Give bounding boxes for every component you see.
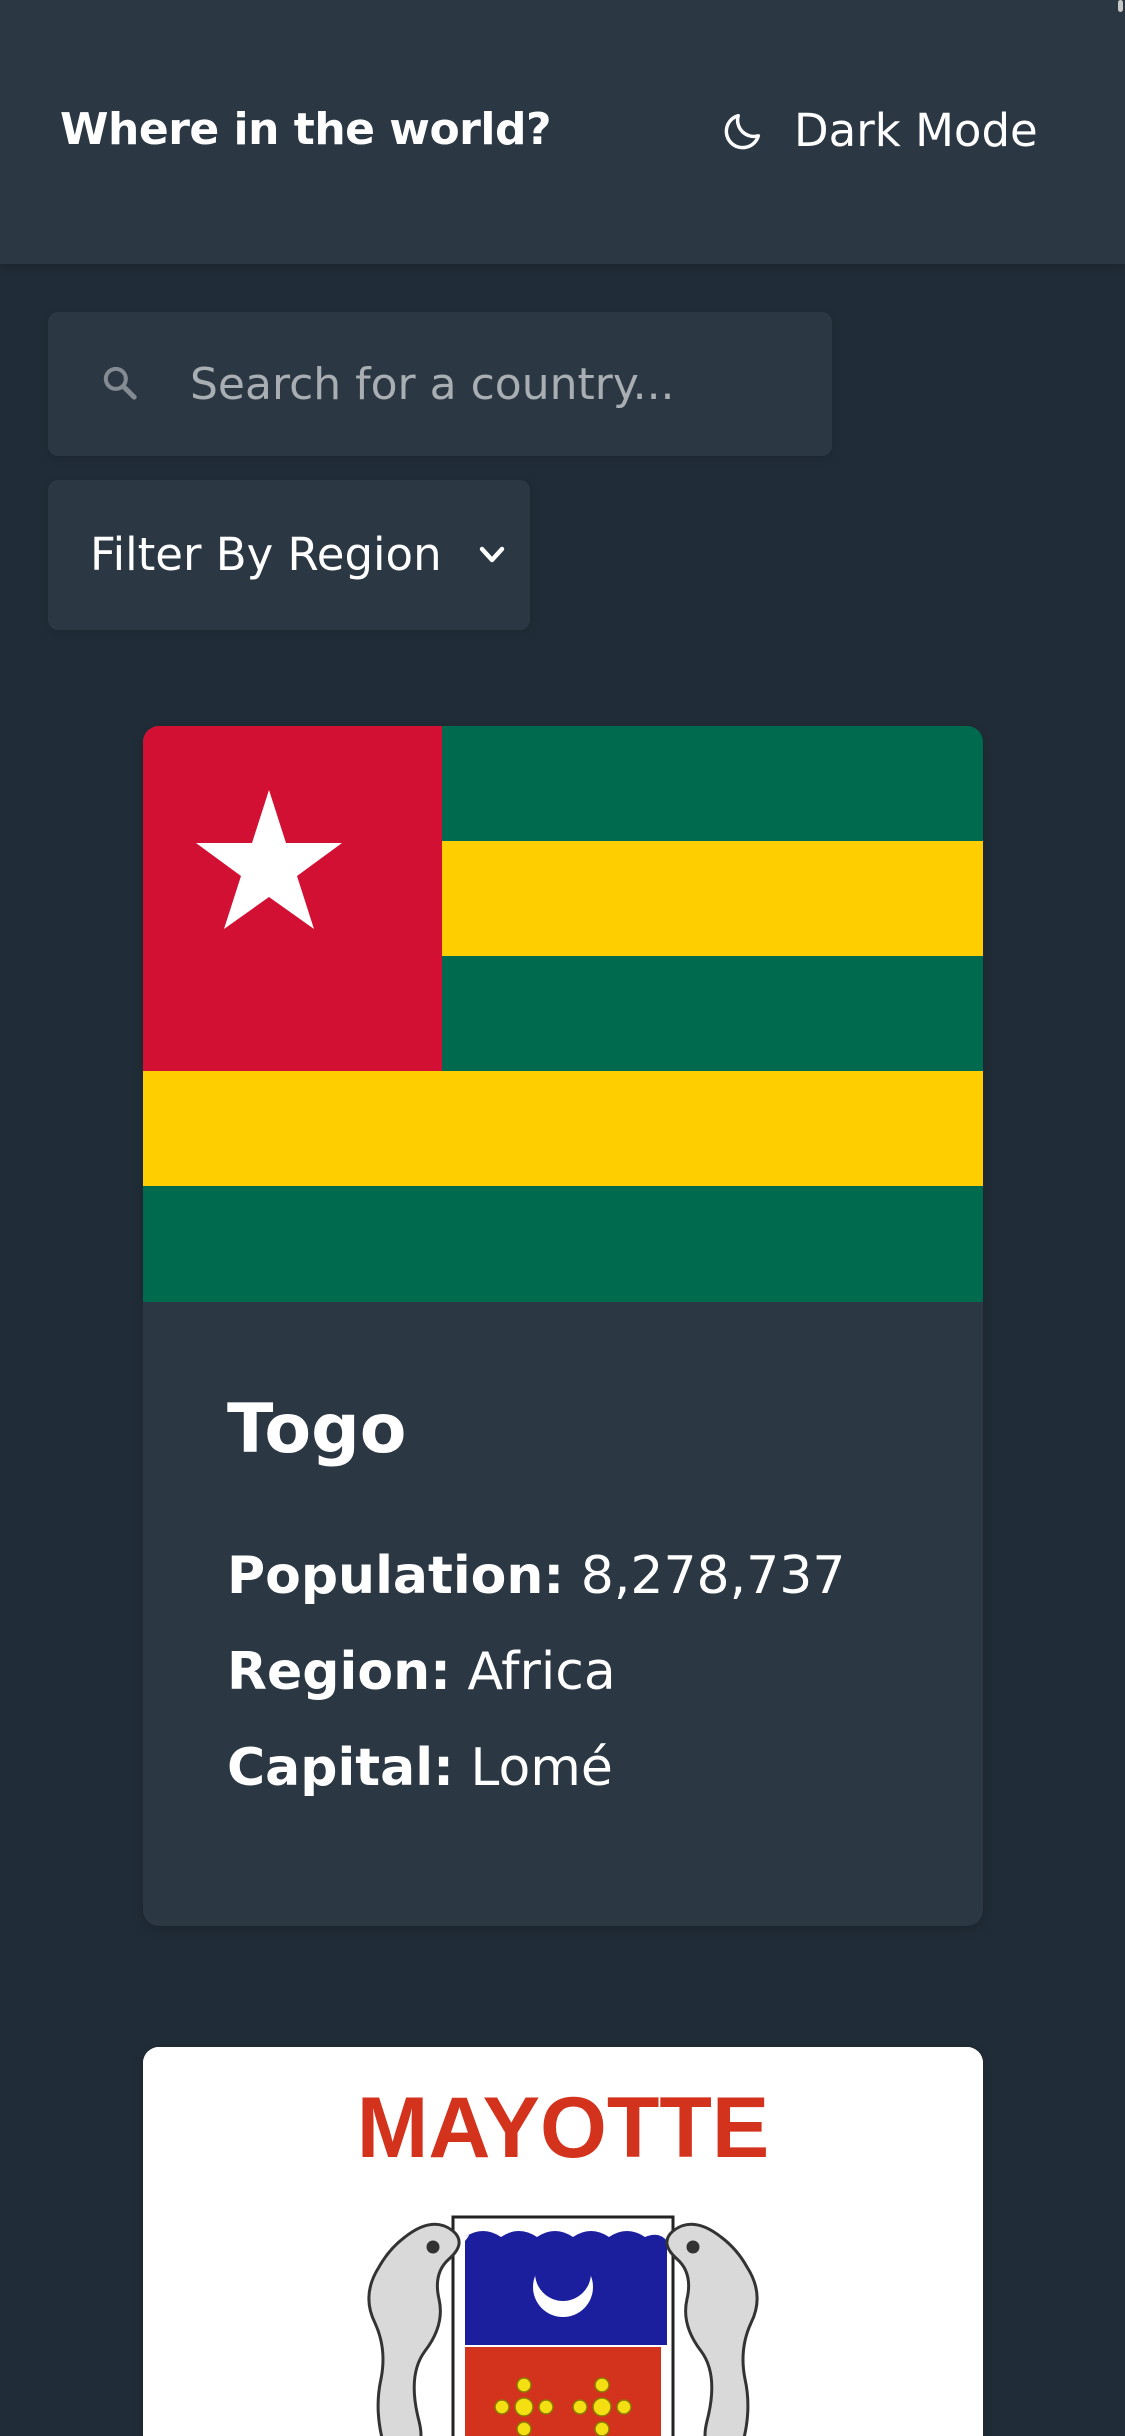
region-row: Region: Africa [227, 1640, 845, 1704]
togo-flag [143, 726, 983, 1302]
capital-row: Capital: Lomé [227, 1736, 845, 1800]
population-row: Population: 8,278,737 [227, 1544, 845, 1608]
country-name: Togo [227, 1390, 407, 1469]
filter-label: Filter By Region [90, 528, 442, 581]
moon-icon [724, 113, 761, 150]
country-card-togo[interactable]: Togo Population: 8,278,737 Region: Afric… [143, 726, 983, 1926]
filter-by-region-select[interactable]: Filter By Region [48, 480, 530, 630]
country-facts: Population: 8,278,737 Region: Africa Cap… [227, 1544, 845, 1800]
app-title: Where in the world? [60, 104, 551, 155]
capital-value: Lomé [470, 1738, 613, 1798]
page: Where in the world? Dark Mode Filter By … [0, 0, 1125, 2436]
capital-label: Capital: [227, 1738, 454, 1798]
dark-mode-toggle[interactable]: Dark Mode [720, 100, 1038, 162]
search-input[interactable] [190, 350, 790, 418]
population-label: Population: [227, 1546, 565, 1606]
chevron-down-icon [479, 546, 505, 563]
population-value: 8,278,737 [580, 1546, 846, 1606]
mayotte-flag-text: MAYOTTE [357, 2080, 770, 2176]
card-body: Togo Population: 8,278,737 Region: Afric… [227, 1390, 845, 1832]
region-label: Region: [227, 1642, 451, 1702]
top-bar: Where in the world? Dark Mode [0, 0, 1125, 264]
dark-mode-label: Dark Mode [794, 104, 1038, 157]
search-icon [103, 366, 137, 400]
mayotte-flag: MAYOTTE [143, 2047, 983, 2436]
region-value: Africa [467, 1642, 616, 1702]
country-card-mayotte[interactable]: MAYOTTE [143, 2047, 983, 2436]
scrollbar-thumb[interactable] [1118, 0, 1123, 12]
